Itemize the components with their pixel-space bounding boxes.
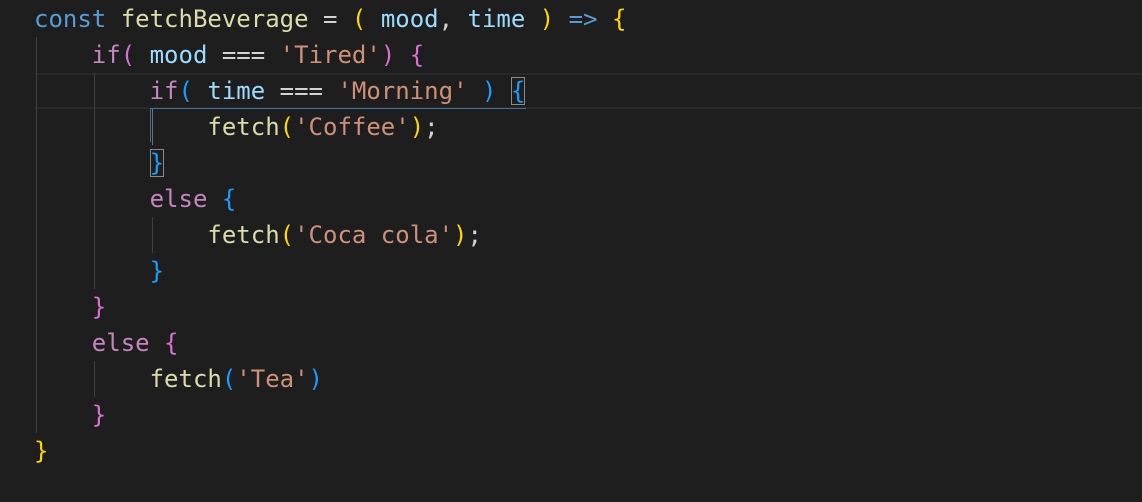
- code-token: 'Coffee': [294, 113, 410, 141]
- code-line[interactable]: }: [34, 145, 165, 181]
- code-token: }: [149, 257, 165, 285]
- code-token: else: [91, 329, 150, 357]
- code-token: mood: [149, 41, 208, 69]
- code-token: mood: [380, 5, 439, 33]
- code-token: }: [91, 401, 107, 429]
- code-token: time: [467, 5, 526, 33]
- code-line[interactable]: else {: [34, 181, 237, 217]
- code-token: ===: [221, 41, 266, 69]
- code-line[interactable]: if( mood === 'Tired') {: [34, 37, 424, 73]
- code-token: ;: [467, 221, 482, 249]
- code-token: fetch: [207, 221, 280, 249]
- code-token: 'Tired': [279, 41, 381, 69]
- code-token: fetch: [149, 365, 222, 393]
- code-line[interactable]: const fetchBeverage = ( mood, time ) => …: [34, 1, 626, 37]
- code-line[interactable]: else {: [34, 325, 179, 361]
- code-line[interactable]: fetch('Coca cola');: [34, 217, 482, 253]
- code-line[interactable]: if( time === 'Morning' ) {: [34, 73, 526, 109]
- code-line[interactable]: }: [34, 397, 106, 433]
- code-token: (: [279, 113, 295, 141]
- code-line[interactable]: fetch('Tea'): [34, 361, 323, 397]
- code-token: ): [308, 365, 323, 393]
- code-token: =>: [568, 5, 598, 33]
- code-token: {: [612, 5, 627, 33]
- code-token: {: [221, 185, 237, 213]
- code-line[interactable]: }: [34, 433, 48, 469]
- code-token: ): [453, 221, 468, 249]
- code-token: ): [380, 41, 396, 69]
- code-token: if: [91, 41, 121, 69]
- code-token: fetch: [207, 113, 280, 141]
- code-token: ): [481, 77, 497, 105]
- code-token: (: [279, 221, 295, 249]
- code-token: const: [34, 5, 107, 33]
- code-token: ): [409, 113, 425, 141]
- code-token: else: [149, 185, 208, 213]
- code-token: fetchBeverage: [120, 5, 309, 33]
- code-line[interactable]: }: [34, 289, 106, 325]
- code-token: ;: [424, 113, 439, 141]
- code-line[interactable]: fetch('Coffee');: [34, 109, 439, 145]
- code-token: 'Tea': [236, 365, 309, 393]
- code-token: =: [323, 5, 338, 33]
- code-token: }: [149, 149, 165, 177]
- code-token: 'Coca cola': [294, 221, 454, 249]
- code-line[interactable]: }: [34, 253, 164, 289]
- code-token: 'Morning': [337, 77, 468, 105]
- code-token: }: [34, 437, 49, 465]
- code-token: ): [539, 5, 555, 33]
- code-token: {: [409, 41, 425, 69]
- code-token: {: [164, 329, 179, 357]
- code-token: (: [221, 365, 237, 393]
- code-token: (: [178, 77, 193, 105]
- code-editor[interactable]: const fetchBeverage = ( mood, time ) => …: [0, 0, 1142, 502]
- code-token: {: [510, 77, 526, 105]
- code-token: (: [351, 5, 367, 33]
- code-token: ,: [438, 5, 468, 33]
- code-token: }: [91, 293, 107, 321]
- code-token: if: [149, 77, 179, 105]
- code-token: (: [120, 41, 136, 69]
- code-token: ===: [279, 77, 324, 105]
- code-token: time: [207, 77, 266, 105]
